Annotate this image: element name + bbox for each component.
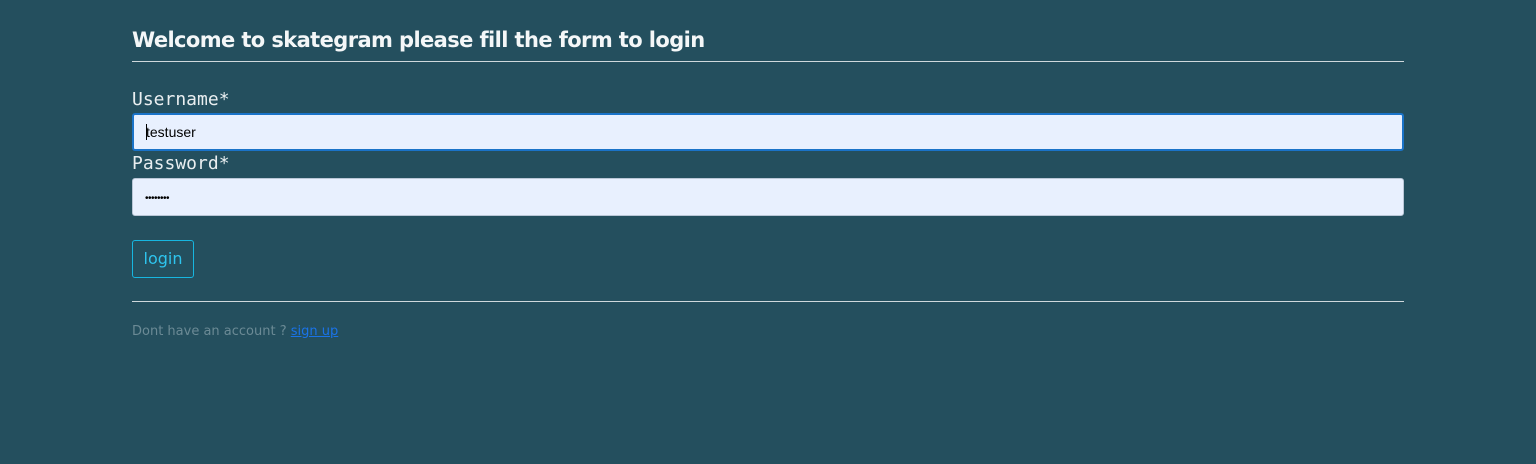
username-field[interactable]: testuser [132,113,1404,151]
password-field[interactable]: •••••••• [132,178,1404,216]
title-divider [132,61,1404,62]
form-divider [132,301,1404,302]
signup-link[interactable]: sign up [291,324,339,339]
page-title: Welcome to skategram please fill the for… [132,28,705,52]
login-button[interactable]: login [132,240,194,278]
username-label: Username* [132,89,230,110]
password-label: Password* [132,153,230,174]
signup-prompt: Dont have an account ? sign up [132,324,338,339]
signup-prompt-text: Dont have an account ? [132,324,291,339]
password-masked-value: •••••••• [145,193,170,204]
username-value: testuser [146,124,196,140]
